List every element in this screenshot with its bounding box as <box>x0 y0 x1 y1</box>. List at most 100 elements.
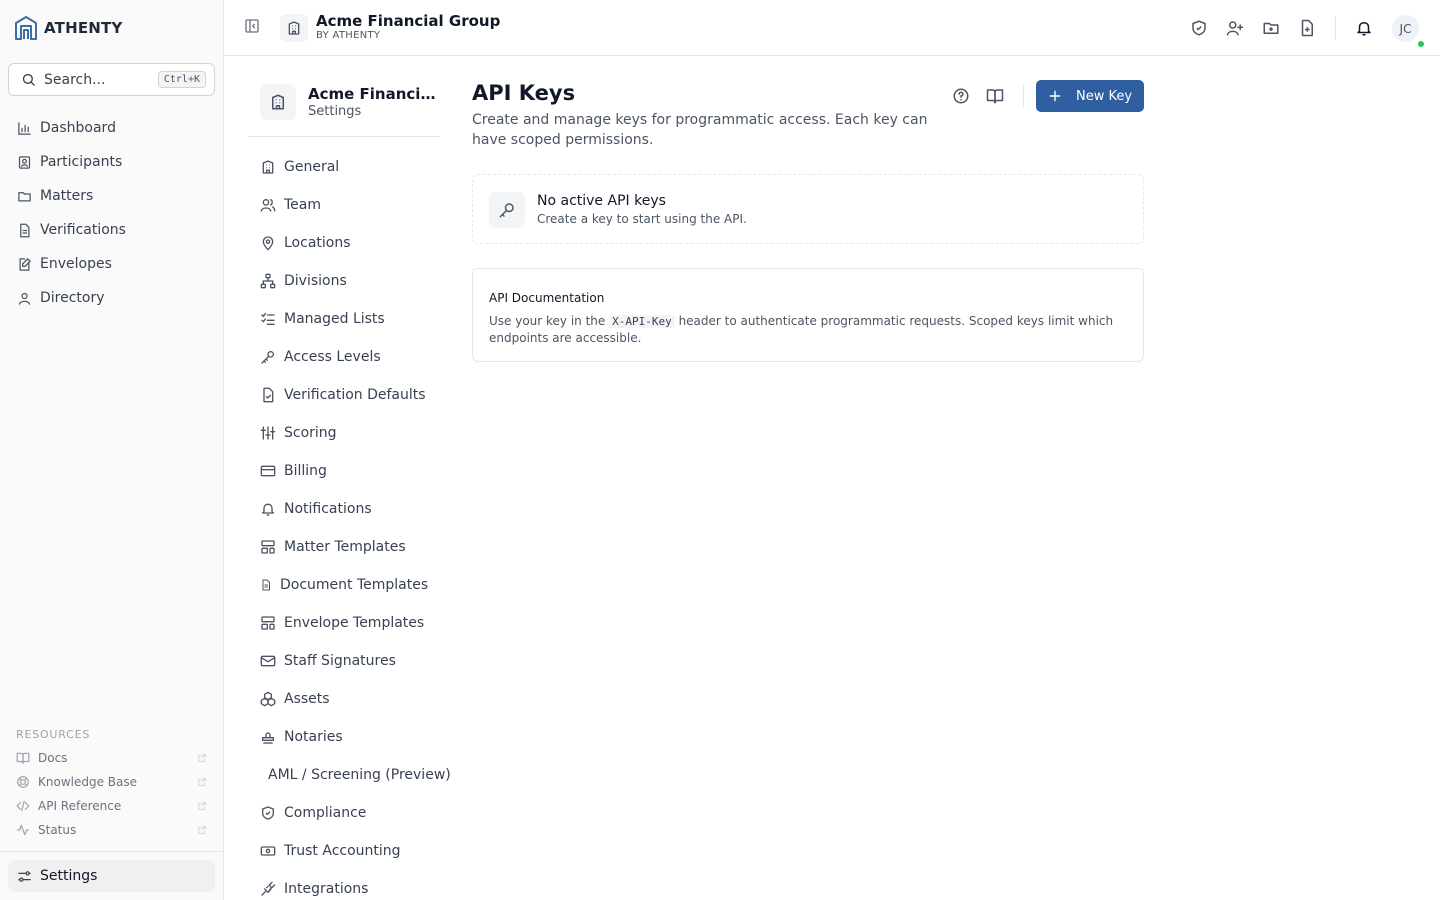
nav-item-label: Dashboard <box>40 120 116 136</box>
settings-item-billing[interactable]: Billing <box>248 452 458 490</box>
settings-item-label: Matter Templates <box>284 539 406 555</box>
nav-item-verifications[interactable]: Verifications <box>8 213 215 247</box>
settings-item-label: Assets <box>284 691 330 707</box>
settings-item-label: Staff Signatures <box>284 653 396 669</box>
settings-item-notaries[interactable]: Notaries <box>248 718 458 756</box>
settings-item-divisions[interactable]: Divisions <box>248 262 458 300</box>
search-placeholder: Search... <box>44 71 106 88</box>
search-icon <box>21 72 36 87</box>
settings-item-label: Integrations <box>284 881 369 897</box>
settings-item-managed-lists[interactable]: Managed Lists <box>248 300 458 338</box>
sliders-vertical-icon <box>260 425 276 441</box>
shield-check-icon <box>260 805 276 821</box>
settings-item-locations[interactable]: Locations <box>248 224 458 262</box>
page-title: API Keys <box>472 81 576 105</box>
topbar-divider <box>1335 16 1336 40</box>
nav-item-label: Matters <box>40 188 94 204</box>
nav-item-label: Participants <box>40 154 123 170</box>
nav-item-settings[interactable]: Settings <box>8 860 215 892</box>
external-link-icon <box>197 753 207 763</box>
new-key-button[interactable]: New Key <box>1036 80 1144 112</box>
settings-item-label: Notifications <box>284 501 372 517</box>
settings-item-compliance[interactable]: Compliance <box>248 794 458 832</box>
bar-chart-icon <box>17 121 32 136</box>
resource-knowledge-base[interactable]: Knowledge Base <box>0 770 223 794</box>
settings-item-label: Notaries <box>284 729 343 745</box>
user-add-icon[interactable] <box>1226 19 1244 37</box>
api-doc-text: Use your key in the X-API-Key header to … <box>489 313 1134 346</box>
sidebar-toggle-icon[interactable] <box>244 18 260 34</box>
folder-add-icon[interactable] <box>1262 19 1280 37</box>
plug-icon <box>260 881 276 897</box>
boxes-icon <box>260 691 276 707</box>
settings-item-label: Document Templates <box>280 577 429 593</box>
resource-status[interactable]: Status <box>0 818 223 842</box>
nav-item-label: Verifications <box>40 222 126 238</box>
top-bar: Acme Financial Group BY ATHENTY JC <box>224 0 1440 56</box>
settings-item-label: Locations <box>284 235 351 251</box>
settings-item-aml-screening[interactable]: AML / Screening (Preview) <box>248 756 458 794</box>
resource-label: API Reference <box>38 799 122 813</box>
settings-item-label: Managed Lists <box>284 311 385 327</box>
empty-state-card: No active API keys Create a key to start… <box>472 174 1144 244</box>
key-icon <box>489 192 525 228</box>
book-open-icon[interactable] <box>986 87 1004 105</box>
resource-api-reference[interactable]: API Reference <box>0 794 223 818</box>
nav-item-participants[interactable]: Participants <box>8 145 215 179</box>
search-input[interactable]: Search... Ctrl+K <box>8 63 215 96</box>
help-icon[interactable] <box>952 87 970 105</box>
external-link-icon <box>197 777 207 787</box>
nav-item-label: Directory <box>40 290 105 306</box>
settings-item-matter-templates[interactable]: Matter Templates <box>248 528 458 566</box>
empty-state-title: No active API keys <box>537 193 666 209</box>
activity-icon <box>16 823 30 837</box>
settings-item-envelope-templates[interactable]: Envelope Templates <box>248 604 458 642</box>
bell-icon[interactable] <box>1355 19 1373 37</box>
settings-item-integrations[interactable]: Integrations <box>248 870 458 900</box>
page-description: Create and manage keys for programmatic … <box>472 112 928 148</box>
settings-item-staff-signatures[interactable]: Staff Signatures <box>248 642 458 680</box>
building-icon <box>260 84 296 120</box>
new-key-label: New Key <box>1076 88 1133 104</box>
file-add-icon[interactable] <box>1298 19 1316 37</box>
shield-check-icon[interactable] <box>1190 19 1208 37</box>
envelope-edit-icon <box>17 257 32 272</box>
nav-item-dashboard[interactable]: Dashboard <box>8 111 215 145</box>
banknote-icon <box>260 843 276 859</box>
settings-item-document-templates[interactable]: Document Templates <box>248 566 458 604</box>
brand[interactable]: ATHENTY <box>0 0 223 56</box>
plus-icon <box>1048 89 1062 103</box>
settings-item-general[interactable]: General <box>248 148 458 186</box>
header-divider <box>1023 84 1024 108</box>
settings-item-assets[interactable]: Assets <box>248 680 458 718</box>
bell-icon <box>260 501 276 517</box>
users-icon <box>260 197 276 213</box>
nav-item-envelopes[interactable]: Envelopes <box>8 247 215 281</box>
api-key-header-code: X-API-Key <box>609 315 675 328</box>
settings-item-team[interactable]: Team <box>248 186 458 224</box>
sidebar: ATHENTY Search... Ctrl+K Dashboard Parti… <box>0 0 224 900</box>
map-pin-icon <box>260 235 276 251</box>
resource-docs[interactable]: Docs <box>0 746 223 770</box>
settings-item-label: Access Levels <box>284 349 381 365</box>
resource-label: Knowledge Base <box>38 775 137 789</box>
nav-item-matters[interactable]: Matters <box>8 179 215 213</box>
settings-item-trust-accounting[interactable]: Trust Accounting <box>248 832 458 870</box>
folder-icon <box>17 189 32 204</box>
org-name[interactable]: Acme Financial Group <box>316 12 500 30</box>
search-shortcut: Ctrl+K <box>157 71 206 88</box>
settings-item-notifications[interactable]: Notifications <box>248 490 458 528</box>
nav-item-directory[interactable]: Directory <box>8 281 215 315</box>
settings-item-verification-defaults[interactable]: Verification Defaults <box>248 376 458 414</box>
settings-item-label: Envelope Templates <box>284 615 425 631</box>
resources-title: RESOURCES <box>16 728 91 741</box>
settings-item-scoring[interactable]: Scoring <box>248 414 458 452</box>
org-subtitle: BY ATHENTY <box>316 30 381 41</box>
document-icon <box>17 223 32 238</box>
settings-item-access-levels[interactable]: Access Levels <box>248 338 458 376</box>
settings-item-label: Verification Defaults <box>284 387 426 403</box>
code-icon <box>16 799 30 813</box>
users-icon <box>17 291 32 306</box>
nav-item-label: Settings <box>40 868 98 884</box>
avatar[interactable]: JC <box>1392 15 1419 42</box>
